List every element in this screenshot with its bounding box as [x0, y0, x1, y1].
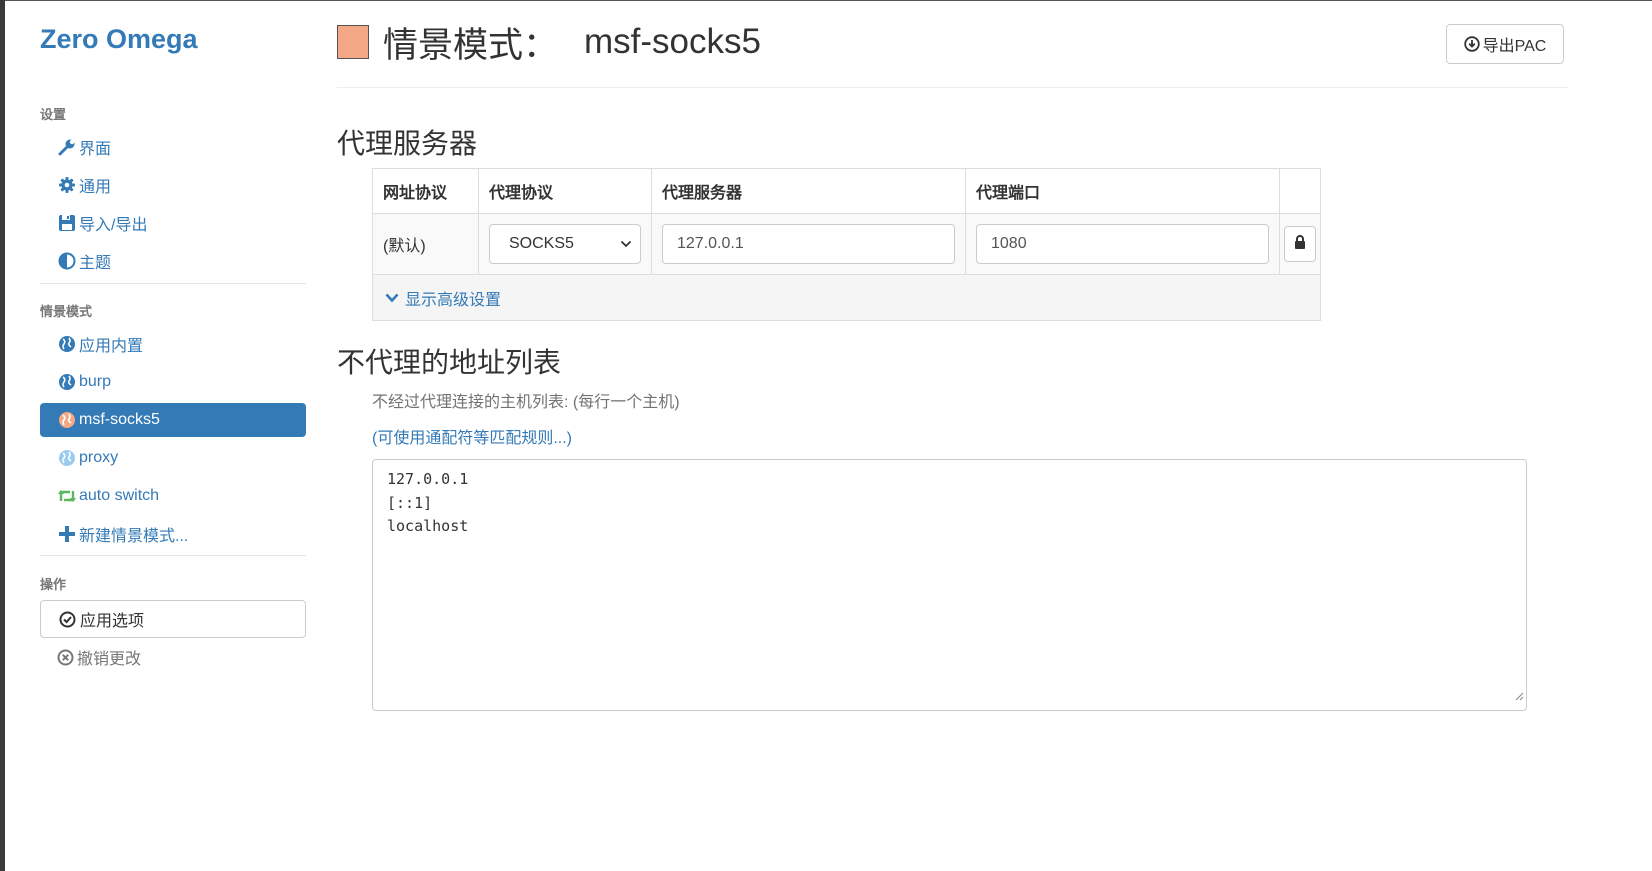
bypass-help-text: 不经过代理连接的主机列表: (每行一个主机): [372, 394, 680, 411]
actions-header: 操作: [40, 577, 67, 592]
wrench-icon: [57, 138, 77, 156]
lock-icon: [1294, 234, 1306, 254]
proxy-server-input[interactable]: 127.0.0.1: [662, 224, 955, 264]
check-circle-icon: [59, 611, 76, 628]
bypass-section-title: 不代理的地址列表: [337, 347, 562, 378]
chevron-down-icon: [620, 235, 632, 253]
sidebar-item-label: msf-socks5: [79, 411, 160, 428]
server-cell: 127.0.0.1: [652, 214, 966, 274]
protocol-cell: SOCKS5: [479, 214, 652, 274]
protocol-select-value: SOCKS5: [509, 235, 574, 252]
download-circle-icon: [1463, 36, 1480, 52]
header-divider: [337, 87, 1568, 88]
column-header-empty: [1280, 169, 1320, 213]
sidebar-item-profile-auto-switch[interactable]: auto switch: [40, 479, 306, 513]
column-header-scheme: 网址协议: [373, 169, 479, 213]
bypass-line: 127.0.0.1: [387, 470, 469, 488]
protocol-select[interactable]: SOCKS5: [489, 224, 641, 264]
sidebar-item-profile-burp[interactable]: burp: [40, 365, 306, 399]
wildcard-rules-link[interactable]: (可使用通配符等匹配规则...): [372, 424, 572, 448]
column-header-port: 代理端口: [966, 169, 1280, 213]
auth-lock-button[interactable]: [1284, 226, 1316, 262]
sidebar-item-label: 导入/导出: [79, 217, 148, 234]
export-pac-label: 导出PAC: [1482, 38, 1547, 55]
window-left-border: [0, 0, 5, 871]
scheme-cell: (默认): [373, 214, 479, 274]
sidebar-item-profile-msf-socks5[interactable]: msf-socks5: [40, 403, 306, 437]
contrast-icon: [57, 252, 77, 270]
resize-handle-icon[interactable]: [1515, 685, 1524, 709]
auth-cell: [1280, 214, 1320, 274]
show-advanced-label: 显示高级设置: [405, 291, 502, 309]
proxy-section-title: 代理服务器: [337, 128, 478, 159]
nav-divider: [40, 555, 306, 556]
plus-icon: [57, 526, 77, 542]
sidebar-item-theme[interactable]: 主题: [40, 244, 306, 278]
x-circle-icon: [57, 649, 74, 666]
globe-icon: [57, 449, 77, 467]
sidebar-item-label: 界面: [79, 141, 112, 158]
profile-color-swatch[interactable]: [337, 25, 369, 59]
retweet-icon: [57, 488, 77, 504]
settings-header: 设置: [40, 107, 67, 122]
gear-icon: [57, 176, 77, 194]
sidebar-item-label: burp: [79, 373, 112, 390]
sidebar-item-general[interactable]: 通用: [40, 168, 306, 202]
undo-changes-label: 撤销更改: [77, 651, 142, 668]
bypass-line: localhost: [387, 517, 469, 535]
table-row: (默认) SOCKS5 127.0.0.1 1080: [373, 214, 1320, 275]
globe-icon: [57, 411, 77, 429]
table-header-row: 网址协议 代理协议 代理服务器 代理端口: [373, 169, 1320, 214]
sidebar-item-profile-builtin[interactable]: 应用内置: [40, 327, 306, 361]
proxy-table: 网址协议 代理协议 代理服务器 代理端口 (默认) SOCKS5 127.0.0…: [372, 168, 1321, 321]
undo-changes-button[interactable]: 撤销更改: [40, 640, 306, 674]
bypass-list-textarea[interactable]: 127.0.0.1 [::1] localhost: [372, 459, 1527, 711]
page-title-label: 情景模式：: [383, 25, 559, 65]
sidebar-item-label: auto switch: [79, 487, 160, 504]
brand-title[interactable]: Zero Omega: [40, 24, 198, 55]
sidebar-item-label: 主题: [79, 255, 112, 272]
sidebar-item-import-export[interactable]: 导入/导出: [40, 206, 306, 240]
column-header-protocol: 代理协议: [479, 169, 652, 213]
sidebar-item-label: 应用内置: [79, 338, 144, 355]
apply-options-button[interactable]: 应用选项: [40, 600, 306, 638]
page-header: 情景模式： msf-socks5: [337, 20, 761, 65]
chevron-down-icon: [385, 293, 399, 303]
sidebar-item-interface[interactable]: 界面: [40, 130, 306, 164]
proxy-server-value: 127.0.0.1: [677, 235, 744, 252]
floppy-disk-icon: [57, 214, 77, 232]
export-pac-button[interactable]: 导出PAC: [1446, 24, 1564, 64]
nav-divider: [40, 283, 306, 284]
show-advanced-toggle[interactable]: 显示高级设置: [373, 275, 1320, 320]
port-cell: 1080: [966, 214, 1280, 274]
sidebar-item-label: 新建情景模式...: [79, 528, 189, 545]
profiles-header: 情景模式: [40, 304, 93, 319]
sidebar-item-label: proxy: [79, 449, 119, 466]
proxy-port-input[interactable]: 1080: [976, 224, 1269, 264]
page-title[interactable]: msf-socks5: [584, 22, 761, 62]
proxy-port-value: 1080: [991, 235, 1027, 252]
column-header-server: 代理服务器: [652, 169, 966, 213]
globe-icon: [57, 373, 77, 391]
sidebar-item-profile-proxy[interactable]: proxy: [40, 441, 306, 475]
apply-options-label: 应用选项: [80, 613, 145, 630]
globe-icon: [57, 335, 77, 353]
sidebar-item-new-profile[interactable]: 新建情景模式...: [40, 517, 306, 551]
sidebar-item-label: 通用: [79, 179, 112, 196]
bypass-line: [::1]: [387, 493, 433, 512]
window-top-border: [0, 0, 1652, 1]
